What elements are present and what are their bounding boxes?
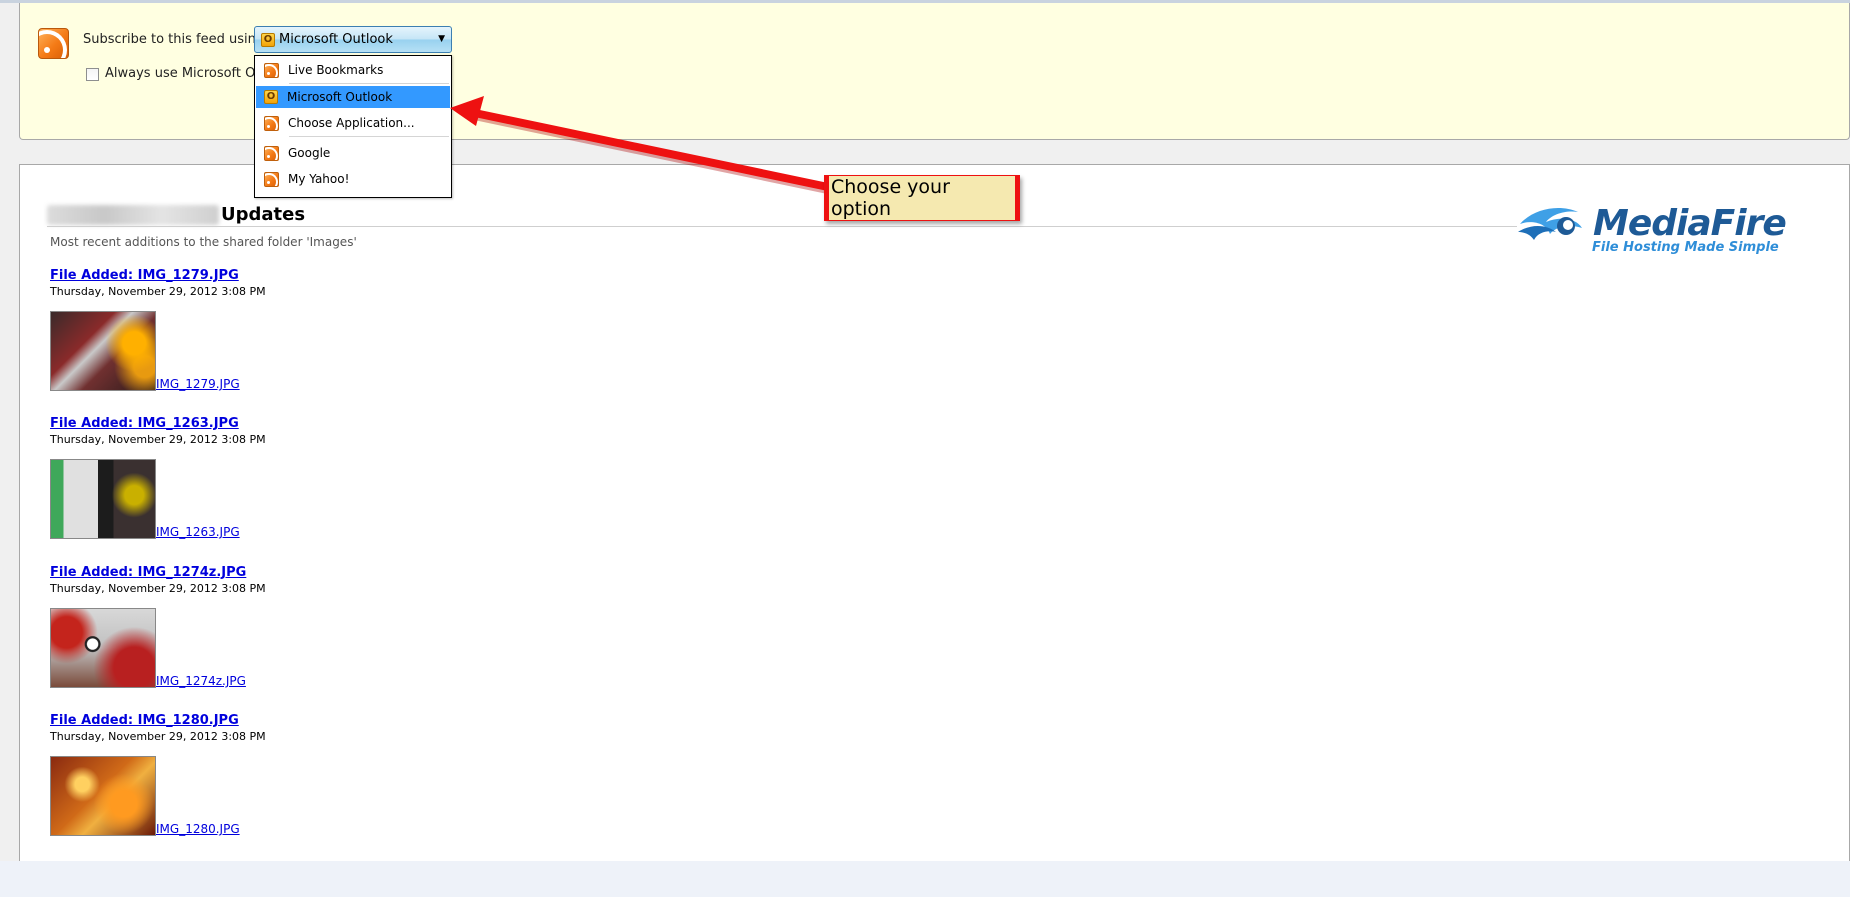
- title-divider: [47, 226, 1517, 227]
- feed-entry: File Added: IMG_1280.JPG Thursday, Novem…: [50, 713, 266, 836]
- entry-file-link[interactable]: IMG_1279.JPG: [156, 377, 240, 391]
- menu-item-live-bookmarks[interactable]: Live Bookmarks: [256, 59, 450, 81]
- menu-item-label: Choose Application...: [288, 116, 415, 130]
- menu-item-label: Live Bookmarks: [288, 63, 384, 77]
- menu-separator: [289, 83, 449, 84]
- feed-entry: File Added: IMG_1263.JPG Thursday, Novem…: [50, 416, 266, 539]
- menu-item-choose-application[interactable]: Choose Application...: [256, 112, 450, 134]
- entry-title-link[interactable]: File Added: IMG_1274z.JPG: [50, 565, 266, 580]
- always-use-label[interactable]: Always use Microsoft Outlook to subscrib…: [105, 66, 254, 81]
- feed-subtitle: Most recent additions to the shared fold…: [50, 235, 357, 249]
- reader-dropdown-menu: Live Bookmarks O Microsoft Outlook Choos…: [254, 55, 452, 198]
- entry-file-link[interactable]: IMG_1280.JPG: [156, 822, 240, 836]
- mediafire-logo: MediaFire File Hosting Made Simple: [1516, 202, 1806, 262]
- rss-icon: [264, 171, 279, 187]
- entry-title-link[interactable]: File Added: IMG_1280.JPG: [50, 713, 266, 728]
- outlook-icon: O: [261, 32, 275, 47]
- menu-item-label: Microsoft Outlook: [287, 90, 393, 104]
- feed-entry: File Added: IMG_1279.JPG Thursday, Novem…: [50, 268, 266, 391]
- menu-item-label: My Yahoo!: [288, 172, 350, 186]
- entry-date: Thursday, November 29, 2012 3:08 PM: [50, 433, 266, 446]
- blurred-owner-name: [47, 205, 219, 225]
- menu-item-my-yahoo[interactable]: My Yahoo!: [256, 168, 450, 190]
- rss-icon: [264, 115, 279, 131]
- feed-content-panel: [19, 164, 1850, 861]
- entry-thumbnail[interactable]: [50, 311, 156, 391]
- annotation-callout: Choose your option: [824, 175, 1020, 221]
- subscribe-reader-select[interactable]: O Microsoft Outlook ▼: [254, 26, 452, 53]
- entry-thumbnail[interactable]: [50, 459, 156, 539]
- feed-entry: File Added: IMG_1274z.JPG Thursday, Nove…: [50, 565, 266, 688]
- entry-title-link[interactable]: File Added: IMG_1279.JPG: [50, 268, 266, 283]
- entry-thumbnail[interactable]: [50, 608, 156, 688]
- menu-separator: [289, 136, 449, 137]
- always-use-checkbox[interactable]: [86, 68, 99, 81]
- entry-date: Thursday, November 29, 2012 3:08 PM: [50, 285, 266, 298]
- entry-title-link[interactable]: File Added: IMG_1263.JPG: [50, 416, 266, 431]
- outlook-icon: O: [264, 90, 278, 104]
- annotation-text: Choose your option: [829, 176, 1015, 220]
- annotation-arrow-icon: [450, 96, 835, 195]
- rss-icon: [264, 145, 279, 161]
- entry-file-link[interactable]: IMG_1263.JPG: [156, 525, 240, 539]
- rss-icon: [264, 62, 279, 78]
- chevron-down-icon: ▼: [438, 34, 445, 44]
- rss-feed-icon: [38, 28, 69, 59]
- menu-item-google[interactable]: Google: [256, 142, 450, 164]
- logo-tagline: File Hosting Made Simple: [1592, 240, 1779, 255]
- subscribe-label: Subscribe to this feed using: [83, 32, 265, 47]
- feed-title: Updates: [221, 204, 306, 225]
- logo-wordmark: MediaFire: [1593, 203, 1787, 244]
- entry-date: Thursday, November 29, 2012 3:08 PM: [50, 730, 266, 743]
- flame-swoosh-icon: [1518, 208, 1582, 240]
- menu-item-microsoft-outlook[interactable]: O Microsoft Outlook: [256, 86, 450, 108]
- select-value: Microsoft Outlook: [279, 32, 393, 47]
- menu-item-label: Google: [288, 146, 331, 160]
- entry-date: Thursday, November 29, 2012 3:08 PM: [50, 582, 266, 595]
- entry-thumbnail[interactable]: [50, 756, 156, 836]
- bottom-strip: [0, 861, 1850, 897]
- entry-file-link[interactable]: IMG_1274z.JPG: [156, 674, 246, 688]
